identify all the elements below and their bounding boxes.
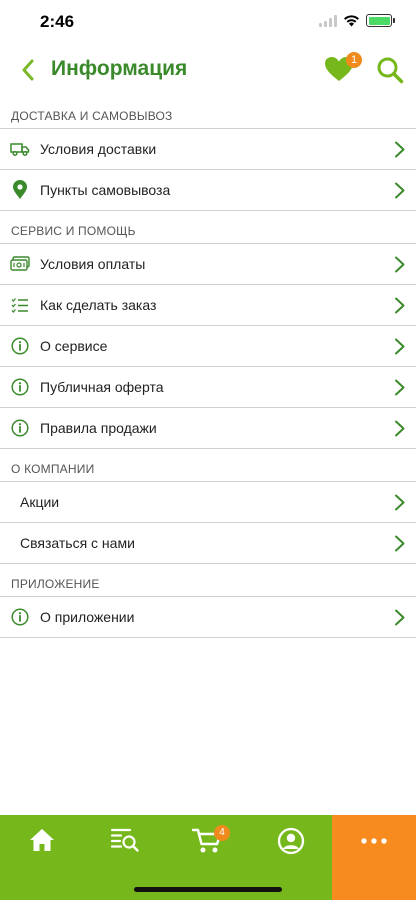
chevron-right-icon xyxy=(395,141,405,158)
row-about-service[interactable]: О сервисе xyxy=(0,326,416,367)
header: Информация 1 xyxy=(0,44,416,96)
status-bar: 2:46 xyxy=(0,0,416,44)
home-indicator xyxy=(134,887,282,892)
row-contact-us[interactable]: Связаться с нами xyxy=(0,523,416,564)
row-public-offer[interactable]: Публичная оферта xyxy=(0,367,416,408)
signal-icon xyxy=(319,14,337,27)
profile-icon xyxy=(277,827,304,855)
chevron-right-icon xyxy=(395,609,405,626)
info-list: ДОСТАВКА И САМОВЫВОЗ Условия доставки Пу… xyxy=(0,96,416,638)
chevron-right-icon xyxy=(395,297,405,314)
chevron-right-icon xyxy=(395,379,405,396)
chevron-right-icon xyxy=(395,420,405,437)
more-dots-icon xyxy=(361,838,387,844)
row-sales-rules[interactable]: Правила продажи xyxy=(0,408,416,449)
row-delivery-conditions[interactable]: Условия доставки xyxy=(0,129,416,170)
checklist-icon xyxy=(0,297,40,313)
chevron-right-icon xyxy=(395,182,405,199)
cart-badge: 4 xyxy=(214,825,230,841)
row-label: Акции xyxy=(20,494,60,510)
location-pin-icon xyxy=(0,180,40,200)
section-header-service: СЕРВИС И ПОМОЩЬ xyxy=(0,211,416,244)
chevron-right-icon xyxy=(395,494,405,511)
payment-card-icon xyxy=(0,256,40,272)
row-label: Связаться с нами xyxy=(20,535,135,551)
row-about-app[interactable]: О приложении xyxy=(0,597,416,638)
info-icon xyxy=(0,419,40,437)
row-payment-conditions[interactable]: Условия оплаты xyxy=(0,244,416,285)
back-button[interactable] xyxy=(14,56,42,84)
info-icon xyxy=(0,337,40,355)
row-label: О приложении xyxy=(40,609,135,625)
chevron-right-icon xyxy=(395,256,405,273)
search-icon xyxy=(377,57,404,84)
row-label: О сервисе xyxy=(40,338,108,354)
row-label: Условия доставки xyxy=(40,141,157,157)
page-title: Информация xyxy=(51,57,188,80)
row-how-to-order[interactable]: Как сделать заказ xyxy=(0,285,416,326)
favorites-badge: 1 xyxy=(346,52,362,68)
section-header-app: ПРИЛОЖЕНИЕ xyxy=(0,564,416,597)
chevron-right-icon xyxy=(395,535,405,552)
battery-icon xyxy=(366,14,395,27)
wifi-icon xyxy=(344,15,359,27)
search-button[interactable] xyxy=(376,56,404,84)
info-icon xyxy=(0,608,40,626)
info-icon xyxy=(0,378,40,396)
row-label: Правила продажи xyxy=(40,420,157,436)
catalog-search-icon xyxy=(110,828,139,852)
home-icon xyxy=(29,829,54,851)
row-label: Пункты самовывоза xyxy=(40,182,171,198)
tab-home[interactable] xyxy=(0,815,83,900)
row-label: Публичная оферта xyxy=(40,379,164,395)
row-promotions[interactable]: Акции xyxy=(0,482,416,523)
truck-icon xyxy=(0,141,40,157)
favorites-button[interactable]: 1 xyxy=(324,52,362,84)
row-label: Условия оплаты xyxy=(40,256,146,272)
section-header-company: О КОМПАНИИ xyxy=(0,449,416,482)
section-header-delivery: ДОСТАВКА И САМОВЫВОЗ xyxy=(0,96,416,129)
status-icons xyxy=(319,14,395,27)
row-pickup-points[interactable]: Пункты самовывоза xyxy=(0,170,416,211)
row-label: Как сделать заказ xyxy=(40,297,157,313)
bottom-tab-bar: 4 xyxy=(0,815,416,900)
tab-more[interactable] xyxy=(332,815,416,900)
chevron-left-icon xyxy=(22,59,34,81)
status-time: 2:46 xyxy=(40,12,75,31)
chevron-right-icon xyxy=(395,338,405,355)
